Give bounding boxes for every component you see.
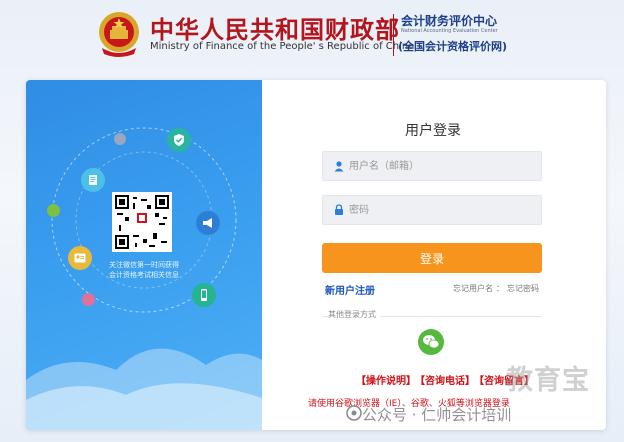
national-emblem-icon <box>99 12 139 57</box>
register-link[interactable]: 新用户注册 <box>325 282 375 297</box>
shield-check-icon <box>167 128 191 152</box>
wechat-qr-code <box>112 192 172 252</box>
center-name-en: National Accounting Evaluation Center <box>401 28 498 34</box>
forgot-links: 忘记用户名：忘记密码 <box>453 283 539 294</box>
wechat-promo-panel: 关注微信第一时间获得 会计资格考试相关信息 <box>26 80 262 430</box>
header-divider <box>393 14 394 56</box>
megaphone-icon <box>196 211 220 235</box>
grey-dot <box>114 133 126 145</box>
ministry-name-en: Ministry of Finance of the People' s Rep… <box>150 41 415 52</box>
manual-link[interactable]: 【操作说明】 <box>356 376 416 387</box>
other-login-label: 其他登录方式 <box>328 309 380 320</box>
pink-dot <box>82 293 95 306</box>
qr-caption-line-1: 关注微信第一时间获得 <box>109 261 179 269</box>
user-icon <box>334 161 344 172</box>
phone-link[interactable]: 【咨询电话】 <box>420 376 475 387</box>
watermark-account: 公众号 · 仁帅会计培训 <box>362 406 512 424</box>
password-input[interactable] <box>349 196 535 224</box>
login-title: 用户登录 <box>405 123 461 139</box>
username-input[interactable] <box>349 152 535 180</box>
center-name-cn: 会计财务评价中心 <box>401 14 498 28</box>
green-dot <box>47 204 60 217</box>
username-field[interactable] <box>322 151 542 181</box>
qr-caption-line-2: 会计资格考试相关信息 <box>109 271 179 279</box>
password-field[interactable] <box>322 195 542 225</box>
site-header: 中华人民共和国财政部 Ministry of Finance of the Pe… <box>0 0 624 70</box>
wechat-login-button[interactable] <box>418 329 444 355</box>
wechat-icon <box>423 335 440 349</box>
other-login-divider: 其他登录方式 <box>322 309 542 323</box>
wechat-official-account-icon <box>346 405 362 421</box>
mobile-phone-icon <box>192 283 216 307</box>
promo-background <box>26 127 262 430</box>
login-button[interactable]: 登录 <box>322 243 542 273</box>
ministry-name-cn: 中华人民共和国财政部 <box>150 16 400 44</box>
center-subtitle: (全国会计资格评价网) <box>398 40 508 53</box>
forgot-separator: ： <box>496 284 504 293</box>
watermark-brand: 教育宝 <box>506 365 590 396</box>
document-icon <box>81 168 105 192</box>
lock-icon <box>335 204 343 215</box>
qr-caption: 关注微信第一时间获得 会计资格考试相关信息 <box>84 260 204 280</box>
forgot-password-link[interactable]: 忘记密码 <box>507 284 539 293</box>
forgot-username-link[interactable]: 忘记用户名 <box>453 284 493 293</box>
